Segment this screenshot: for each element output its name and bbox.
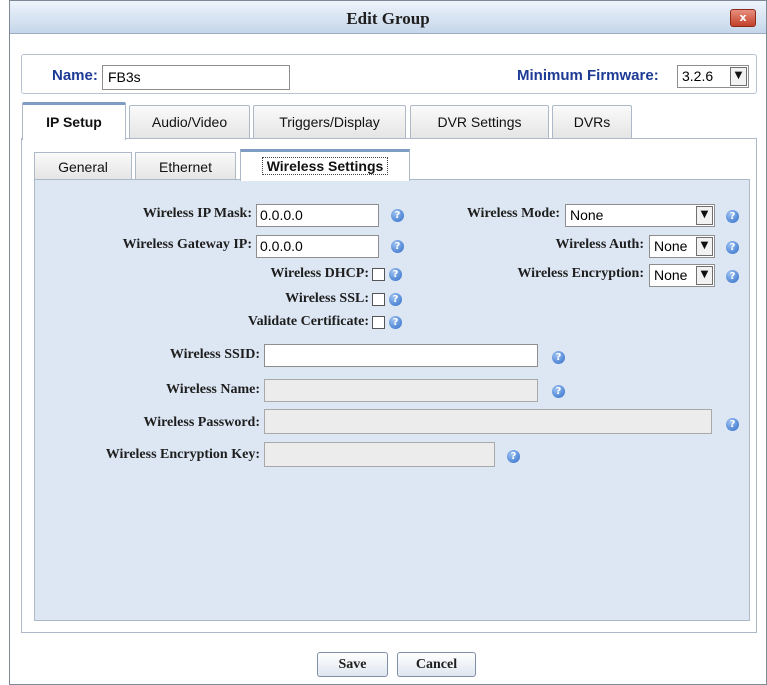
tab-ip-setup[interactable]: IP Setup — [22, 102, 126, 140]
tab-dvr-settings[interactable]: DVR Settings — [410, 105, 549, 139]
help-icon[interactable]: ? — [726, 270, 739, 283]
chevron-down-icon: ▼ — [696, 237, 713, 256]
chevron-down-icon: ▼ — [696, 206, 713, 225]
help-icon[interactable]: ? — [552, 351, 565, 364]
help-icon[interactable]: ? — [726, 418, 739, 431]
firmware-label: Minimum Firmware: — [517, 67, 659, 84]
cancel-button[interactable]: Cancel — [397, 652, 476, 677]
wireless-mode-value: None — [570, 207, 604, 223]
wireless-ssl-label: Wireless SSL: — [285, 291, 369, 306]
help-icon[interactable]: ? — [389, 268, 402, 281]
subtab-wireless-settings-label: Wireless Settings — [261, 157, 389, 175]
close-icon[interactable]: x — [730, 9, 756, 27]
wireless-encryption-key-label: Wireless Encryption Key: — [105, 447, 260, 462]
tab-triggers-display[interactable]: Triggers/Display — [253, 105, 406, 139]
group-name-input[interactable]: FB3s — [102, 65, 290, 90]
wireless-gateway-ip-label: Wireless Gateway IP: — [122, 237, 252, 252]
save-button[interactable]: Save — [317, 652, 388, 677]
help-icon[interactable]: ? — [389, 293, 402, 306]
help-icon[interactable]: ? — [391, 209, 404, 222]
help-icon[interactable]: ? — [507, 450, 520, 463]
wireless-mode-select[interactable]: None ▼ — [565, 204, 715, 227]
wireless-auth-select[interactable]: None ▼ — [649, 235, 715, 258]
wireless-ip-mask-label: Wireless IP Mask: — [142, 206, 252, 221]
edit-group-dialog: Edit Group x Name: FB3s Minimum Firmware… — [9, 0, 767, 685]
firmware-select[interactable]: 3.2.6 ▼ — [677, 65, 749, 88]
tab-audio-video[interactable]: Audio/Video — [129, 105, 250, 139]
help-icon[interactable]: ? — [726, 210, 739, 223]
chevron-down-icon: ▼ — [696, 266, 713, 285]
help-icon[interactable]: ? — [726, 241, 739, 254]
firmware-value: 3.2.6 — [682, 68, 714, 84]
wireless-auth-label: Wireless Auth: — [555, 237, 644, 252]
wireless-ssid-label: Wireless SSID: — [169, 347, 260, 362]
title-bar: Edit Group x — [10, 1, 766, 34]
tab-dvrs[interactable]: DVRs — [552, 105, 632, 139]
help-icon[interactable]: ? — [552, 385, 565, 398]
validate-certificate-checkbox[interactable] — [372, 316, 385, 329]
help-icon[interactable]: ? — [391, 240, 404, 253]
wireless-gateway-ip-input[interactable]: 0.0.0.0 — [256, 235, 379, 258]
subtab-ethernet[interactable]: Ethernet — [135, 152, 236, 180]
wireless-ip-mask-input[interactable]: 0.0.0.0 — [256, 204, 379, 227]
wireless-password-label: Wireless Password: — [143, 415, 260, 430]
wireless-ssid-input[interactable] — [264, 344, 538, 367]
wireless-dhcp-label: Wireless DHCP: — [270, 266, 369, 281]
wireless-dhcp-checkbox[interactable] — [372, 268, 385, 281]
wireless-encryption-label: Wireless Encryption: — [517, 266, 644, 281]
dialog-title: Edit Group — [346, 9, 430, 28]
wireless-name-input[interactable] — [264, 379, 538, 402]
name-label: Name: — [52, 67, 98, 84]
help-icon[interactable]: ? — [389, 316, 402, 329]
wireless-name-label: Wireless Name: — [166, 382, 260, 397]
wireless-password-input[interactable] — [264, 409, 712, 434]
wireless-encryption-value: None — [654, 267, 688, 283]
subtab-general[interactable]: General — [34, 152, 132, 180]
subtab-wireless-settings[interactable]: Wireless Settings — [240, 149, 410, 181]
chevron-down-icon: ▼ — [730, 67, 747, 86]
wireless-encryption-select[interactable]: None ▼ — [649, 264, 715, 287]
wireless-encryption-key-input[interactable] — [264, 442, 495, 467]
wireless-mode-label: Wireless Mode: — [466, 206, 560, 221]
wireless-ssl-checkbox[interactable] — [372, 293, 385, 306]
validate-certificate-label: Validate Certificate: — [247, 314, 369, 329]
wireless-auth-value: None — [654, 238, 688, 254]
